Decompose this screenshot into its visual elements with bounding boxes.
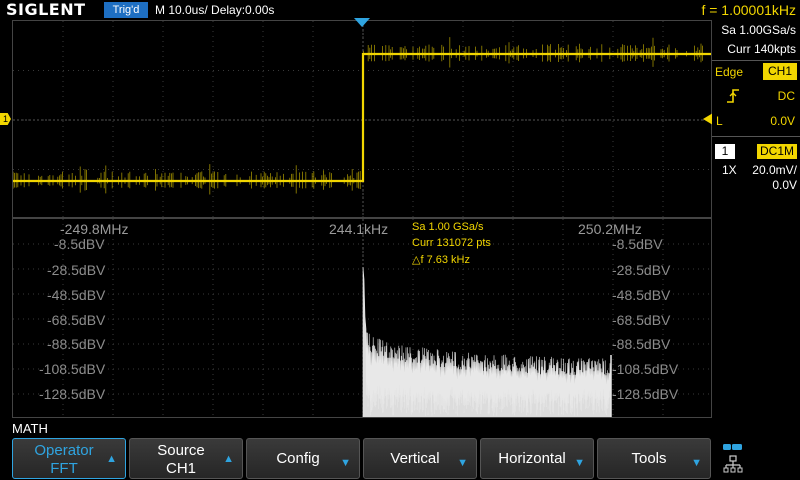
channel-waveform-area[interactable] <box>12 20 712 218</box>
math-fft-area[interactable] <box>12 218 712 418</box>
chevron-up-icon: ▲ <box>223 453 234 465</box>
vertical-offset: 0.0V <box>772 178 797 192</box>
trigger-type-label[interactable]: Edge <box>715 65 743 79</box>
ch1-offset-marker[interactable]: 1 <box>0 113 11 125</box>
softkey-tools-label: Tools <box>631 450 667 467</box>
dbv-left-label: -68.5dBV <box>47 312 106 328</box>
dbv-right-label: -8.5dBV <box>612 236 663 252</box>
fft-freq-left: -249.8MHz <box>60 221 129 237</box>
trigger-level-value[interactable]: 0.0V <box>770 114 795 128</box>
probe-attenuation: 1X <box>722 163 737 177</box>
chevron-down-icon: ▼ <box>457 457 468 469</box>
fft-info-points: Curr 131072 pts <box>412 237 491 249</box>
fft-info-resolution: △f 7.63 kHz <box>412 254 470 266</box>
channel-waveform-graph <box>13 21 711 217</box>
dbv-right-label: -48.5dBV <box>612 287 671 303</box>
dbv-left-label: -8.5dBV <box>54 236 105 252</box>
dbv-left-label: -88.5dBV <box>47 336 106 352</box>
softkey-operator-value: FFT <box>50 460 78 477</box>
trigger-coupling[interactable]: DC <box>778 89 795 103</box>
softkey-config-label: Config <box>276 450 320 467</box>
dbv-right-label: -128.5dBV <box>612 386 679 402</box>
softkey-tools[interactable]: Tools ▼ <box>597 438 711 479</box>
softkey-source-title: Source <box>157 442 205 459</box>
frequency-counter: f = 1.00001kHz <box>701 2 796 18</box>
softkey-vertical-label: Vertical <box>390 450 440 467</box>
dbv-left-label: -48.5dBV <box>47 287 106 303</box>
menu-title: MATH <box>12 421 48 436</box>
timebase-readout[interactable]: M 10.0us/ Delay:0.00s <box>155 0 274 20</box>
vertical-scale: 20.0mV/ <box>752 163 797 177</box>
fft-info-sample-rate: Sa 1.00 GSa/s <box>412 221 484 233</box>
dbv-left-label: -128.5dBV <box>39 386 106 402</box>
chevron-down-icon: ▼ <box>574 457 585 469</box>
fft-freq-center: 244.1kHz <box>329 221 389 237</box>
softkey-vertical[interactable]: Vertical ▼ <box>363 438 477 479</box>
dbv-right-label: -68.5dBV <box>612 312 671 328</box>
softkey-source-value: CH1 <box>165 460 196 477</box>
trigger-level-label: L <box>716 114 723 128</box>
dbv-left-label: -28.5dBV <box>47 262 106 278</box>
brand-logo: SIGLENT <box>6 0 86 19</box>
ch1-trace <box>13 37 711 195</box>
trigger-status-badge[interactable]: Trig'd <box>104 2 148 18</box>
chevron-down-icon: ▼ <box>340 457 351 469</box>
right-info-panel: Sa 1.00GSa/s Curr 140kpts Edge CH1 DC L … <box>712 20 800 420</box>
channel-coupling-badge[interactable]: DC1M <box>757 144 797 159</box>
sample-rate-readout: Sa 1.00GSa/s <box>721 23 796 37</box>
trigger-position-icon[interactable] <box>354 18 370 27</box>
network-icon[interactable] <box>722 442 744 476</box>
dbv-right-label: -88.5dBV <box>612 336 671 352</box>
rising-edge-icon <box>727 89 739 103</box>
softkey-config[interactable]: Config ▼ <box>246 438 360 479</box>
memory-depth-readout: Curr 140kpts <box>727 42 796 56</box>
top-status-bar: SIGLENT Trig'd M 10.0us/ Delay:0.00s f =… <box>0 0 800 20</box>
trigger-source-badge[interactable]: CH1 <box>763 63 797 80</box>
panel-divider <box>712 136 800 137</box>
softkey-bar: Operator FFT ▲ Source CH1 ▲ Config ▼ Ver… <box>0 438 800 480</box>
chevron-down-icon: ▼ <box>691 457 702 469</box>
fft-spectrum-graph <box>13 219 711 417</box>
fft-spectrum-trace <box>362 266 612 417</box>
channel-number-badge[interactable]: 1 <box>715 144 735 159</box>
panel-divider <box>712 60 800 61</box>
softkey-operator-title: Operator <box>34 442 94 459</box>
dbv-right-label: -28.5dBV <box>612 262 671 278</box>
dbv-right-label: -108.5dBV <box>612 361 679 377</box>
softkey-horizontal-label: Horizontal <box>498 450 566 467</box>
softkey-source[interactable]: Source CH1 ▲ <box>129 438 243 479</box>
fft-freq-right: 250.2MHz <box>578 221 642 237</box>
dbv-left-label: -108.5dBV <box>39 361 106 377</box>
chevron-up-icon: ▲ <box>106 453 117 465</box>
softkey-operator[interactable]: Operator FFT ▲ <box>12 438 126 479</box>
softkey-horizontal[interactable]: Horizontal ▼ <box>480 438 594 479</box>
